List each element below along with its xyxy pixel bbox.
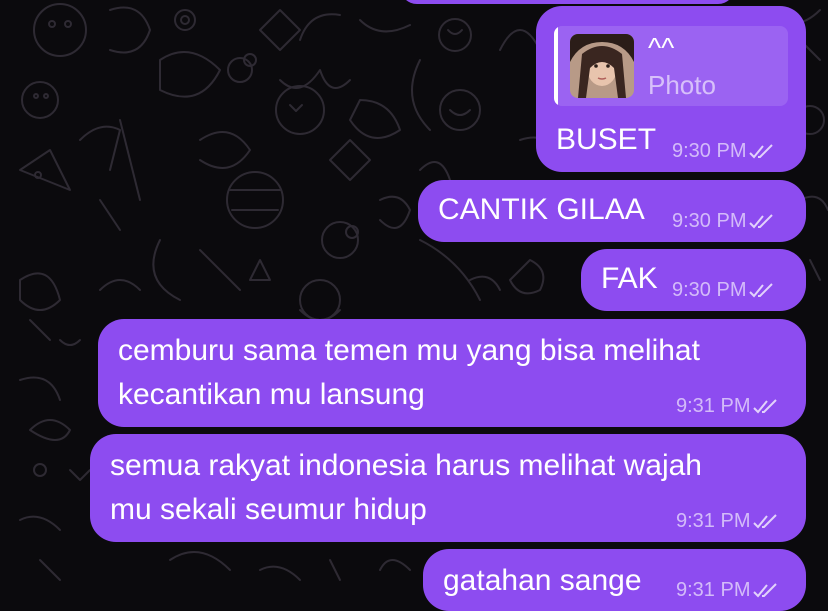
- message-text-line-2: mu sekali seumur hidup: [110, 493, 427, 526]
- reply-accent-bar: [554, 26, 558, 106]
- message-time: 9:30 PM: [672, 140, 747, 162]
- message-meta: 9:30 PM: [672, 210, 775, 233]
- message-time: 9:31 PM: [676, 395, 751, 417]
- message-bubble[interactable]: ^^ Photo BUSET 9:30 PM: [536, 6, 806, 172]
- reply-title: ^^: [648, 32, 675, 63]
- message-time: 9:30 PM: [672, 279, 747, 301]
- message-time: 9:31 PM: [676, 510, 751, 532]
- reply-subtitle: Photo: [648, 70, 716, 100]
- read-double-check-icon: [749, 143, 774, 158]
- message-meta: 9:30 PM: [672, 140, 775, 163]
- message-bubble[interactable]: cemburu sama temen mu yang bisa melihat …: [98, 319, 806, 427]
- message-text-line-1: cemburu sama temen mu yang bisa melihat: [118, 334, 700, 367]
- message-text: BUSET: [556, 123, 657, 156]
- read-double-check-icon: [753, 513, 778, 528]
- message-bubble[interactable]: gatahan sange 9:31 PM: [423, 549, 806, 611]
- reply-photo-thumbnail: [570, 34, 634, 98]
- message-text: FAK: [601, 262, 658, 295]
- message-meta: 9:31 PM: [676, 579, 779, 602]
- message-text-line-2: kecantikan mu lansung: [118, 378, 425, 411]
- message-time: 9:31 PM: [676, 579, 751, 601]
- read-double-check-icon: [749, 213, 774, 228]
- message-time: 9:30 PM: [672, 210, 747, 232]
- message-text: gatahan sange: [443, 564, 642, 597]
- read-double-check-icon: [753, 398, 778, 413]
- previous-message-bubble-edge: [400, 0, 735, 4]
- message-meta: 9:31 PM: [676, 395, 779, 418]
- read-double-check-icon: [753, 582, 778, 597]
- read-double-check-icon: [749, 282, 774, 297]
- message-text-line-1: semua rakyat indonesia harus melihat waj…: [110, 449, 702, 482]
- message-meta: 9:31 PM: [676, 510, 779, 533]
- message-text: CANTIK GILAA: [438, 193, 645, 226]
- message-bubble[interactable]: semua rakyat indonesia harus melihat waj…: [90, 434, 806, 542]
- reply-preview[interactable]: ^^ Photo: [554, 26, 788, 106]
- message-bubble[interactable]: FAK 9:30 PM: [581, 249, 806, 311]
- message-meta: 9:30 PM: [672, 279, 775, 302]
- message-bubble[interactable]: CANTIK GILAA 9:30 PM: [418, 180, 806, 242]
